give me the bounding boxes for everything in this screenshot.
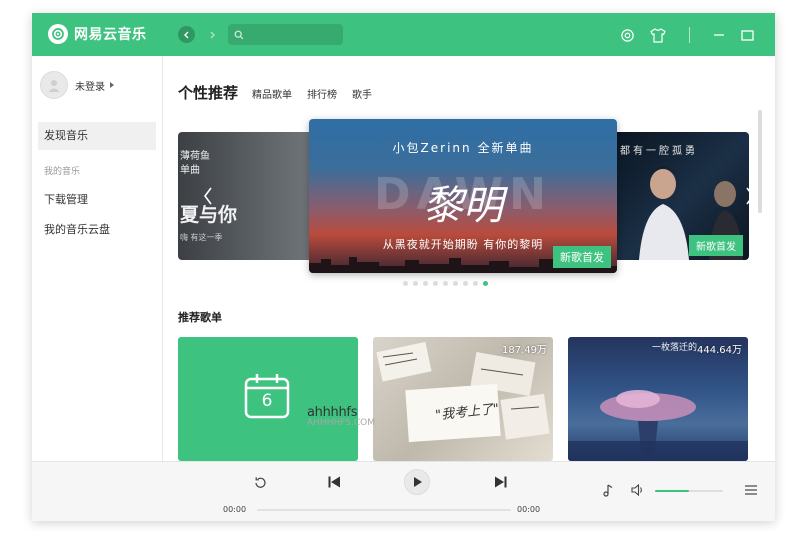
app-logo[interactable]: 网易云音乐 — [48, 24, 147, 44]
sidebar: 未登录 发现音乐 我的音乐 下载管理 我的音乐云盘 — [32, 56, 163, 461]
forward-icon — [210, 31, 215, 38]
pagination-dot[interactable] — [433, 281, 438, 286]
previous-icon — [328, 476, 340, 488]
previous-button[interactable] — [326, 474, 342, 490]
sidebar-item-label: 下载管理 — [44, 193, 88, 206]
total-time: 00:00 — [517, 505, 541, 514]
pagination-dot[interactable] — [473, 281, 478, 286]
back-icon — [183, 31, 188, 38]
volume-slider[interactable] — [655, 490, 723, 492]
repeat-button[interactable] — [252, 474, 268, 490]
pagination-dot[interactable] — [463, 281, 468, 286]
play-button[interactable] — [404, 469, 430, 495]
play-count: 187.49万 — [502, 345, 547, 356]
main-content: 个性推荐 精品歌单 排行榜 歌手 薄荷鱼 单曲 夏与你 嗨 有这一季 人都有一腔… — [163, 56, 775, 461]
chevron-right-icon — [746, 187, 754, 205]
app-title: 网易云音乐 — [74, 27, 147, 43]
playlist-card[interactable]: "我考上了" 187.49万 — [373, 337, 553, 461]
progress-bar[interactable] — [257, 509, 511, 511]
tab-artists[interactable]: 歌手 — [352, 86, 372, 101]
daily-recommend-card[interactable]: 6 — [178, 337, 358, 461]
pagination-dot[interactable] — [443, 281, 448, 286]
watermark-line2: AHHHHFS.COM — [307, 418, 375, 428]
calendar-icon: 6 — [243, 372, 291, 420]
lyrics-button[interactable] — [600, 482, 616, 498]
title-bar: 网易云音乐 — [32, 13, 775, 56]
pagination-dot[interactable] — [413, 281, 418, 286]
back-button[interactable] — [178, 26, 195, 43]
play-icon — [414, 477, 422, 487]
search-box[interactable] — [228, 24, 343, 45]
banner-left-line1: 薄荷鱼 — [180, 151, 210, 162]
next-button[interactable] — [493, 474, 509, 490]
elapsed-time: 00:00 — [223, 505, 247, 514]
banner-slide-current[interactable]: DAWN 小包Zerinn 全新单曲 黎明 从黑夜就开始期盼 有你的黎明 新歌首… — [309, 119, 617, 273]
minimize-button[interactable] — [710, 26, 728, 44]
avatar[interactable] — [40, 71, 68, 99]
volume-icon — [631, 484, 642, 496]
logo-icon — [48, 24, 68, 44]
tab-charts[interactable]: 排行榜 — [307, 86, 337, 101]
recommended-playlists-title: 推荐歌单 — [178, 311, 222, 324]
banner-tag: 新歌首发 — [553, 246, 611, 268]
sidebar-item-label: 发现音乐 — [44, 129, 88, 142]
watermark: ahhhhfs AHHHHFS.COM — [307, 405, 375, 428]
playlist-icon — [745, 485, 757, 495]
sidebar-item-label: 我的音乐云盘 — [44, 223, 110, 236]
lyrics-icon — [603, 483, 613, 497]
search-input[interactable] — [248, 25, 338, 44]
banner-headline: 小包Zerinn 全新单曲 — [392, 141, 534, 155]
scrollbar[interactable] — [758, 110, 762, 213]
repeat-icon — [254, 476, 266, 488]
playlist-button[interactable] — [743, 482, 759, 498]
banner-left-line2: 单曲 — [180, 165, 200, 176]
maximize-button[interactable] — [738, 26, 756, 44]
app-window: 网易云音乐 未登录 发现音乐 我的音乐 下载管理 我的音乐云盘 个性推荐 精品歌… — [32, 13, 775, 521]
playlist-card[interactable]: 一枚落迁的 444.64万 — [568, 337, 748, 461]
skin-icon — [650, 27, 666, 43]
playlist-caption: 一枚落迁的 — [652, 343, 698, 353]
tab-featured-playlists[interactable]: 精品歌单 — [252, 86, 292, 101]
sidebar-item-downloads[interactable]: 下载管理 — [38, 186, 156, 214]
user-name[interactable]: 未登录 — [75, 78, 105, 93]
tab-bar: 个性推荐 精品歌单 排行榜 歌手 — [178, 82, 387, 103]
minimize-icon — [714, 34, 724, 36]
banner-next-button[interactable] — [743, 184, 757, 208]
banner-prev-button[interactable] — [201, 184, 215, 208]
banner-title: 黎明 — [423, 183, 503, 229]
sidebar-item-cloud-drive[interactable]: 我的音乐云盘 — [38, 216, 156, 244]
sidebar-item-discover[interactable]: 发现音乐 — [38, 122, 156, 150]
banner-left-subtitle: 嗨 有这一季 — [180, 233, 223, 242]
banner-right-tag: 新歌首发 — [689, 235, 743, 256]
banner-pagination — [403, 281, 493, 286]
calendar-day: 6 — [261, 391, 273, 411]
settings-button[interactable] — [618, 26, 636, 44]
sidebar-section-my-music: 我的音乐 — [44, 167, 81, 177]
search-icon — [234, 30, 244, 39]
banner-slide-right[interactable]: 人都有一腔孤勇 新歌首发 — [601, 132, 749, 260]
user-icon — [48, 80, 60, 92]
pagination-dot[interactable] — [453, 281, 458, 286]
maximize-icon — [740, 29, 754, 41]
tab-personal-recommend[interactable]: 个性推荐 — [178, 82, 238, 103]
play-count: 444.64万 — [697, 345, 742, 356]
player-bar: 00:00 00:00 — [32, 461, 775, 521]
pagination-dot[interactable] — [403, 281, 408, 286]
pagination-dot[interactable] — [423, 281, 428, 286]
settings-icon — [620, 28, 634, 42]
volume-button[interactable] — [630, 482, 646, 498]
next-icon — [495, 476, 507, 488]
chevron-left-icon — [204, 187, 212, 205]
skin-button[interactable] — [649, 26, 667, 44]
caret-right-icon — [110, 82, 114, 88]
titlebar-divider — [689, 27, 690, 43]
pagination-dot[interactable] — [483, 281, 488, 286]
volume-level — [655, 490, 689, 492]
forward-button[interactable] — [203, 26, 220, 43]
user-login[interactable]: 未登录 — [40, 71, 114, 99]
